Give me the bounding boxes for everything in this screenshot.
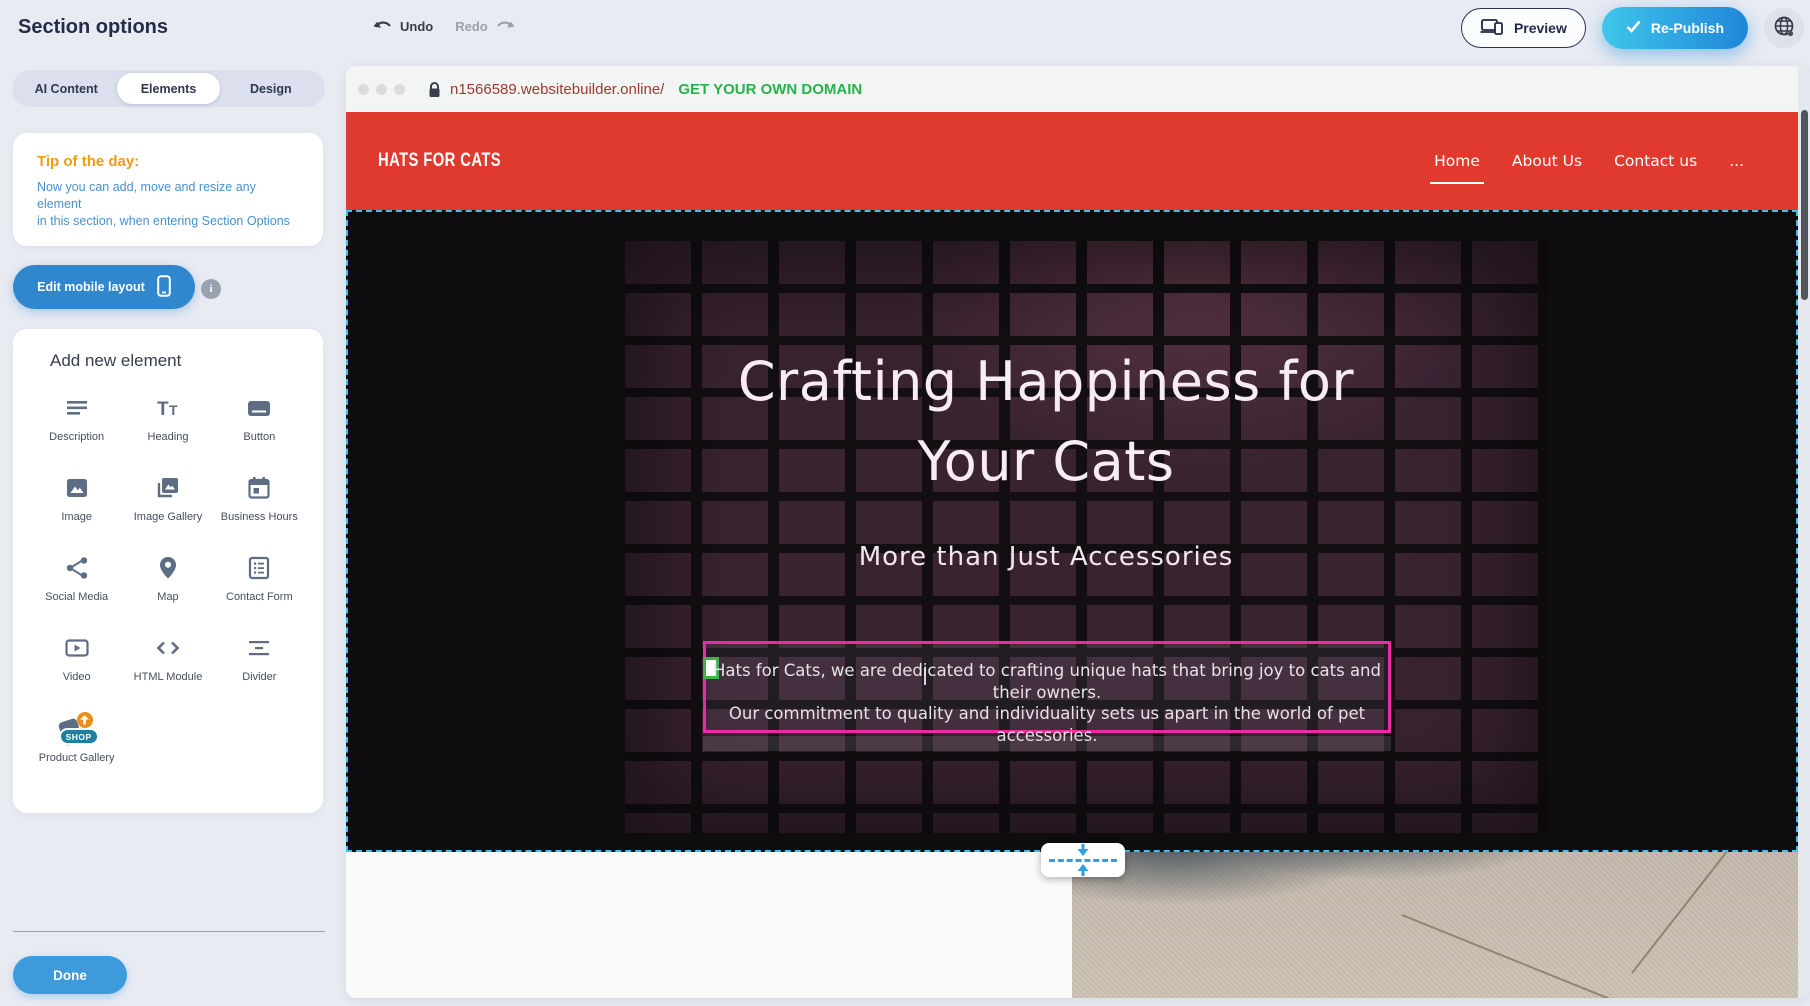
element-image[interactable]: Image: [31, 465, 122, 545]
tab-design[interactable]: Design: [220, 73, 322, 104]
divider-icon: [246, 635, 272, 666]
undo-label: Undo: [400, 19, 433, 34]
element-business-hours[interactable]: Business Hours: [214, 465, 305, 545]
next-section-image[interactable]: [1072, 852, 1798, 998]
lock-icon: [427, 81, 442, 98]
element-video[interactable]: Video: [31, 625, 122, 705]
heading-icon: TT: [155, 395, 181, 426]
image-gallery-icon: [155, 475, 181, 506]
redo-button[interactable]: Redo: [455, 18, 515, 35]
section-resize-handle[interactable]: [1041, 843, 1125, 877]
globe-icon: [1772, 14, 1796, 43]
element-divider[interactable]: Divider: [214, 625, 305, 705]
element-grid: Description TT Heading Button Image Imag…: [13, 385, 323, 785]
topbar-actions: Preview Re-Publish: [1461, 7, 1804, 49]
browser-dots: [358, 84, 405, 95]
shop-badge: SHOP: [59, 728, 99, 745]
tip-line: Now you can add, move and resize any ele…: [37, 179, 299, 213]
element-image-gallery[interactable]: Image Gallery: [122, 465, 213, 545]
arrow-down-icon: [1076, 844, 1090, 857]
sidebar-divider: [13, 931, 325, 932]
description-shadow-band: [703, 736, 1391, 751]
video-icon: [64, 635, 90, 666]
language-globe-button[interactable]: [1764, 8, 1804, 48]
tab-ai-content[interactable]: AI Content: [15, 73, 117, 104]
edit-mobile-layout-button[interactable]: Edit mobile layout: [13, 265, 195, 309]
hero-heading[interactable]: Crafting Happiness for Your Cats: [696, 342, 1396, 502]
calendar-icon: [246, 475, 272, 506]
nav-about-us[interactable]: About Us: [1512, 152, 1582, 170]
nav-contact-us[interactable]: Contact us: [1614, 152, 1697, 170]
redo-icon: [496, 18, 515, 35]
tip-title: Tip of the day:: [37, 153, 299, 170]
element-button[interactable]: Button: [214, 385, 305, 465]
svg-text:T: T: [169, 402, 178, 418]
preview-button[interactable]: Preview: [1461, 8, 1586, 48]
image-icon: [64, 475, 90, 506]
add-element-card: Add new element Description TT Heading B…: [13, 329, 323, 813]
element-contact-form[interactable]: Contact Form: [214, 545, 305, 625]
browser-chrome-bar: n1566589.websitebuilder.online/ GET YOUR…: [346, 66, 1798, 112]
element-html-module[interactable]: HTML Module: [122, 625, 213, 705]
site-logo[interactable]: HATS FOR CATS: [378, 150, 501, 172]
panel-tabs: AI Content Elements Design: [12, 70, 325, 107]
republish-label: Re-Publish: [1651, 20, 1724, 36]
svg-text:T: T: [157, 399, 169, 420]
description-element-selected[interactable]: Hats for Cats, we are dedicated to craft…: [703, 641, 1391, 733]
dashed-line: [1049, 859, 1117, 862]
scrollbar-thumb[interactable]: [1801, 110, 1808, 300]
devices-icon: [1480, 18, 1504, 38]
republish-button[interactable]: Re-Publish: [1602, 7, 1748, 49]
button-icon: [246, 395, 272, 426]
hero-subheading[interactable]: More than Just Accessories: [696, 542, 1396, 572]
phone-icon: [157, 275, 171, 300]
code-icon: [155, 635, 181, 666]
pavement-photo: [1072, 852, 1798, 998]
hero-section-selected[interactable]: Crafting Happiness for Your Cats More th…: [346, 210, 1798, 852]
done-button[interactable]: Done: [13, 956, 127, 994]
arrow-up-icon: [1076, 863, 1090, 876]
nav-home[interactable]: Home: [1434, 152, 1480, 170]
tip-line: in this section, when entering Section O…: [37, 213, 299, 230]
info-icon[interactable]: i: [201, 279, 221, 299]
site-url: n1566589.websitebuilder.online/: [450, 81, 664, 98]
nav-more[interactable]: ...: [1729, 152, 1744, 170]
element-heading[interactable]: TT Heading: [122, 385, 213, 465]
element-product-gallery[interactable]: SHOP Product Gallery: [31, 705, 122, 785]
site-preview-pane: n1566589.websitebuilder.online/ GET YOUR…: [346, 66, 1810, 998]
add-element-title: Add new element: [13, 351, 323, 371]
product-gallery-icon: SHOP: [59, 715, 95, 747]
edit-mobile-label: Edit mobile layout: [37, 280, 145, 294]
redo-label: Redo: [455, 19, 488, 34]
page-title: Section options: [18, 16, 168, 39]
site-nav: Home About Us Contact us ...: [1434, 152, 1744, 170]
next-section-white[interactable]: [346, 852, 1072, 998]
preview-label: Preview: [1514, 20, 1567, 36]
map-pin-icon: [155, 555, 181, 586]
tip-body: Now you can add, move and resize any ele…: [37, 179, 299, 230]
upgrade-arrow-icon: [77, 712, 93, 728]
element-description[interactable]: Description: [31, 385, 122, 465]
text-lines-icon: [64, 395, 90, 426]
hero-description: Hats for Cats, we are dedicated to craft…: [706, 660, 1388, 746]
tip-of-the-day-card: Tip of the day: Now you can add, move an…: [13, 133, 323, 246]
preview-scrollbar: [1798, 66, 1810, 998]
check-icon: [1626, 20, 1641, 36]
tab-elements[interactable]: Elements: [117, 73, 219, 104]
form-icon: [246, 555, 272, 586]
share-icon: [64, 555, 90, 586]
site-header: HATS FOR CATS Home About Us Contact us .…: [346, 112, 1798, 210]
get-domain-link[interactable]: GET YOUR OWN DOMAIN: [678, 81, 862, 98]
element-map[interactable]: Map: [122, 545, 213, 625]
undo-button[interactable]: Undo: [373, 18, 433, 35]
undo-icon: [373, 18, 392, 35]
undo-redo-group: Undo Redo: [373, 0, 515, 52]
element-social-media[interactable]: Social Media: [31, 545, 122, 625]
